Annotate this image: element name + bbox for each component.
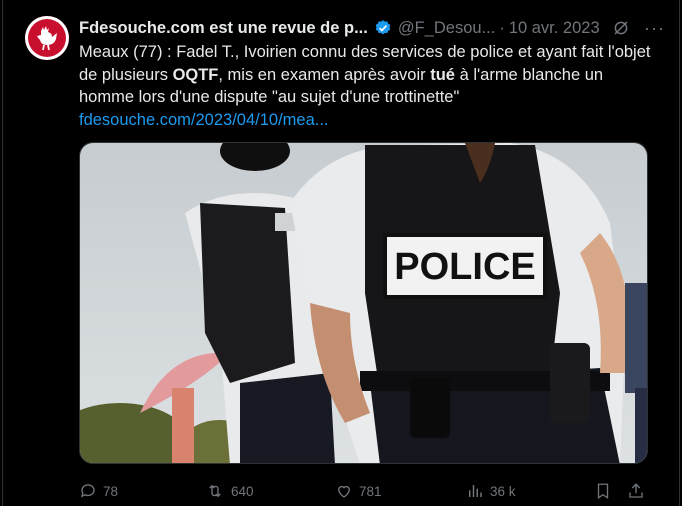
share-icon	[629, 483, 643, 498]
reply-icon	[80, 484, 95, 498]
views-button[interactable]: 36 k	[466, 480, 516, 502]
views-icon	[469, 485, 482, 497]
tweet-date[interactable]: 10 avr. 2023	[509, 19, 600, 38]
author-name[interactable]: Fdesouche.com est une revue de p...	[79, 19, 368, 38]
verified-badge-icon[interactable]	[374, 19, 392, 37]
tweet-text-bold: tué	[430, 65, 455, 84]
tweet-actions: 78 640 781 36 k	[79, 480, 659, 502]
police-badge-text: POLICE	[394, 246, 535, 288]
tweet-card[interactable]: Fdesouche.com est une revue de p... @F_D…	[2, 0, 680, 506]
separator-dot: ·	[499, 18, 505, 37]
like-count: 781	[359, 483, 382, 499]
grok-icon[interactable]	[612, 19, 630, 37]
like-button[interactable]: 781	[335, 480, 382, 502]
retweet-button[interactable]: 640	[205, 480, 254, 502]
retweet-icon	[209, 484, 221, 498]
share-button[interactable]	[627, 480, 645, 502]
bookmark-icon	[597, 483, 609, 500]
article-link[interactable]: fdesouche.com/2023/04/10/mea...	[79, 109, 659, 132]
heart-icon	[338, 485, 350, 498]
tweet-image[interactable]: POLICE	[79, 142, 648, 464]
more-options-icon[interactable]: ···	[644, 18, 665, 39]
bookmark-button[interactable]	[594, 480, 612, 502]
tweet-text-bold: OQTF	[172, 65, 219, 84]
author-handle[interactable]: @F_Desou...	[398, 19, 495, 38]
tweet-header: Fdesouche.com est une revue de p... @F_D…	[79, 17, 665, 39]
rooster-icon	[37, 26, 57, 51]
views-count: 36 k	[490, 483, 516, 499]
tweet-text-part: , mis en examen après avoir	[218, 65, 431, 84]
reply-count: 78	[103, 483, 119, 499]
police-photo: POLICE	[80, 143, 647, 463]
tweet-text: Meaux (77) : Fadel T., Ivoirien connu de…	[79, 41, 659, 131]
reply-button[interactable]: 78	[79, 480, 118, 502]
avatar[interactable]	[25, 16, 69, 60]
retweet-count: 640	[231, 483, 254, 499]
